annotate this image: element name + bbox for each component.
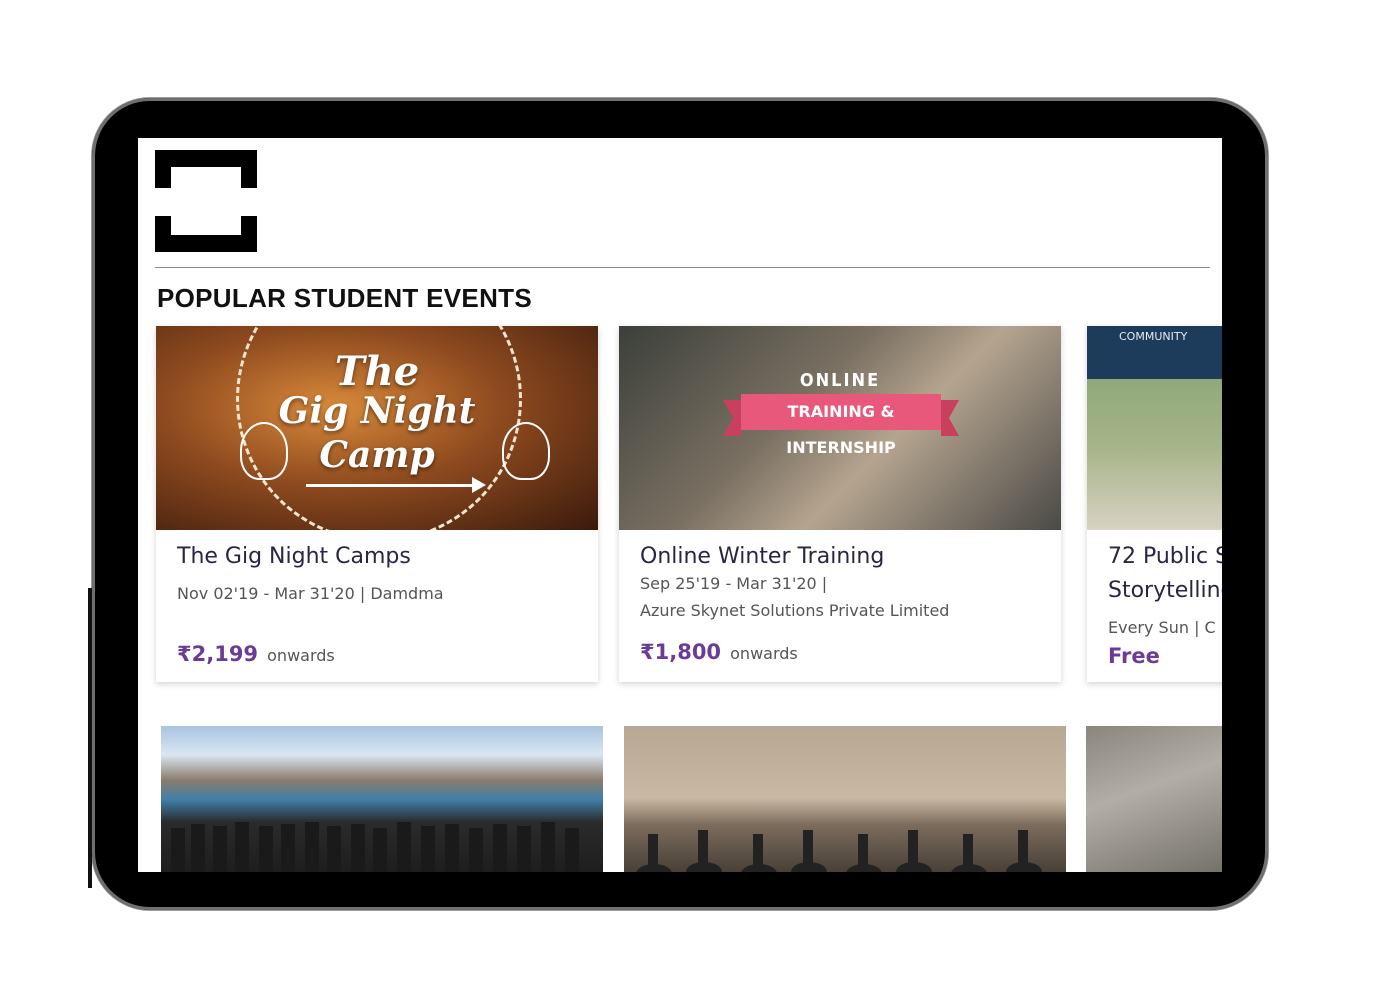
event-photo[interactable] [1086,726,1222,872]
event-image[interactable]: The Gig Night Camp [156,326,598,530]
section-title: POPULAR STUDENT EVENTS [157,283,532,313]
event-meta: Sep 25'19 - Mar 31'20 | [640,574,828,593]
price-amount: ₹2,199 [177,642,259,666]
event-image-text: The [334,348,420,395]
event-title[interactable]: Online Winter Training [640,544,884,569]
event-title[interactable]: The Gig Night Camps [177,544,411,569]
price-amount: ₹1,800 [640,640,722,664]
event-price: Free [1108,644,1160,668]
event-title[interactable]: 72 Public S [1108,544,1222,569]
event-title-line2[interactable]: Storytelling [1108,578,1222,603]
event-card[interactable]: COMMUNITY 72 Public S Storytelling Every… [1087,326,1222,682]
motorcycle-group [636,830,1042,872]
header-divider [155,267,1210,268]
event-price: ₹1,800 onwards [640,640,798,664]
event-meta: Every Sun | C [1108,618,1216,637]
event-card[interactable]: The Gig Night Camp The Gig Night Camps N… [156,326,598,682]
event-image-ribbon: TRAINING & INTERNSHIP [723,394,959,457]
event-image-text: Camp [319,434,435,476]
event-card[interactable]: ONLINE TRAINING & INTERNSHIP Online Wint… [619,326,1061,682]
event-price: ₹2,199 onwards [177,642,335,666]
event-meta: Nov 02'19 - Mar 31'20 | Damdma [177,584,444,603]
app-screen: POPULAR STUDENT EVENTS The Gig Night Cam… [138,138,1222,872]
event-organizer: Azure Skynet Solutions Private Limited [640,601,950,620]
event-photo[interactable] [161,726,603,872]
brand-logo[interactable] [155,150,257,252]
event-image[interactable]: COMMUNITY [1087,326,1222,530]
event-image[interactable]: ONLINE TRAINING & INTERNSHIP [619,326,1061,530]
event-image-text: COMMUNITY [1119,330,1188,343]
arrow-icon [306,477,486,493]
event-image-text: ONLINE [799,370,881,391]
group-photo [171,822,579,872]
price-suffix: onwards [730,644,798,663]
price-suffix: onwards [267,646,335,665]
event-image-text: Gig Night [278,390,476,432]
tablet-side-button [88,588,92,888]
event-photo[interactable] [624,726,1066,872]
price-amount: Free [1108,644,1160,668]
